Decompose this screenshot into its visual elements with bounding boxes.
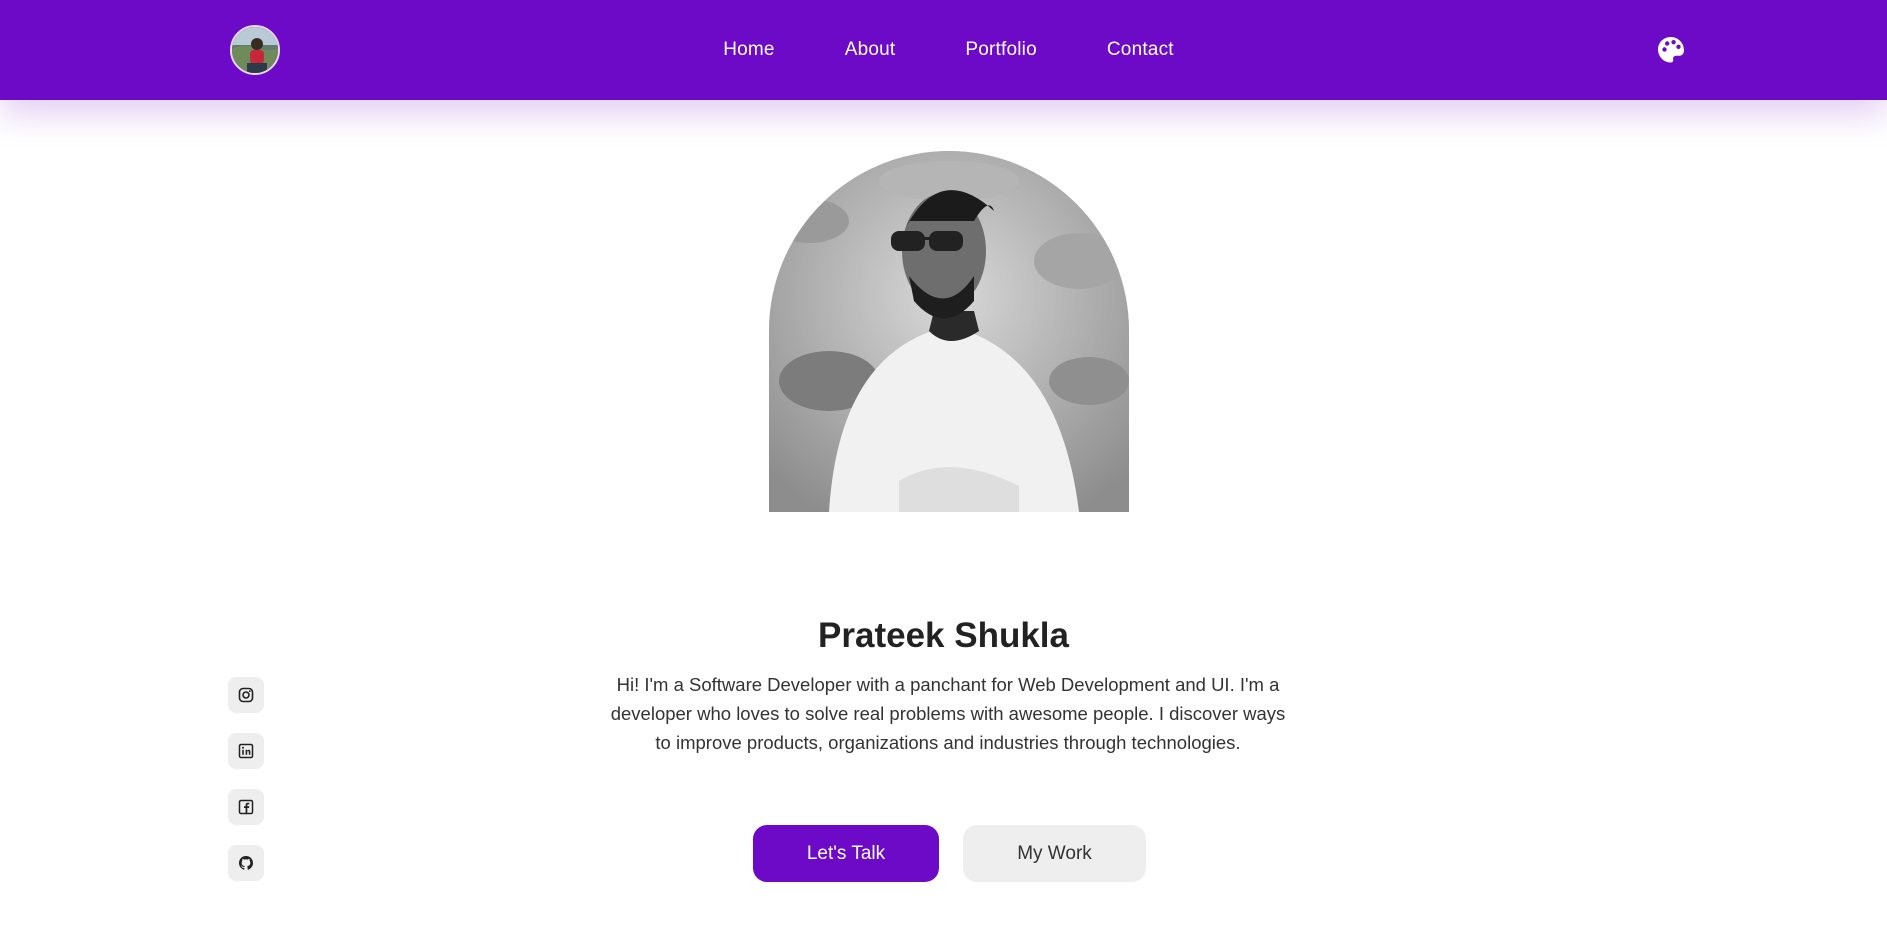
facebook-icon bbox=[238, 799, 254, 815]
hero-name: Prateek Shukla bbox=[818, 616, 1069, 655]
linkedin-icon bbox=[238, 743, 254, 759]
instagram-link[interactable] bbox=[228, 677, 264, 713]
github-icon bbox=[239, 856, 253, 870]
nav-about[interactable]: About bbox=[845, 39, 896, 61]
github-link[interactable] bbox=[228, 845, 264, 881]
nav-contact[interactable]: Contact bbox=[1107, 39, 1174, 61]
my-work-button[interactable]: My Work bbox=[963, 825, 1146, 882]
hero-intro: Hi! I'm a Software Developer with a panc… bbox=[610, 674, 1286, 753]
profile-photo bbox=[769, 151, 1129, 512]
facebook-link[interactable] bbox=[228, 789, 264, 825]
nav-portfolio[interactable]: Portfolio bbox=[965, 39, 1037, 61]
lets-talk-button[interactable]: Let's Talk bbox=[753, 825, 939, 882]
nav-home[interactable]: Home bbox=[723, 39, 774, 61]
main-nav: Home About Portfolio Contact bbox=[0, 0, 1887, 100]
linkedin-link[interactable] bbox=[228, 733, 264, 769]
instagram-icon bbox=[238, 687, 254, 703]
navbar: Home About Portfolio Contact bbox=[0, 0, 1887, 100]
palette-icon[interactable] bbox=[1656, 35, 1686, 65]
